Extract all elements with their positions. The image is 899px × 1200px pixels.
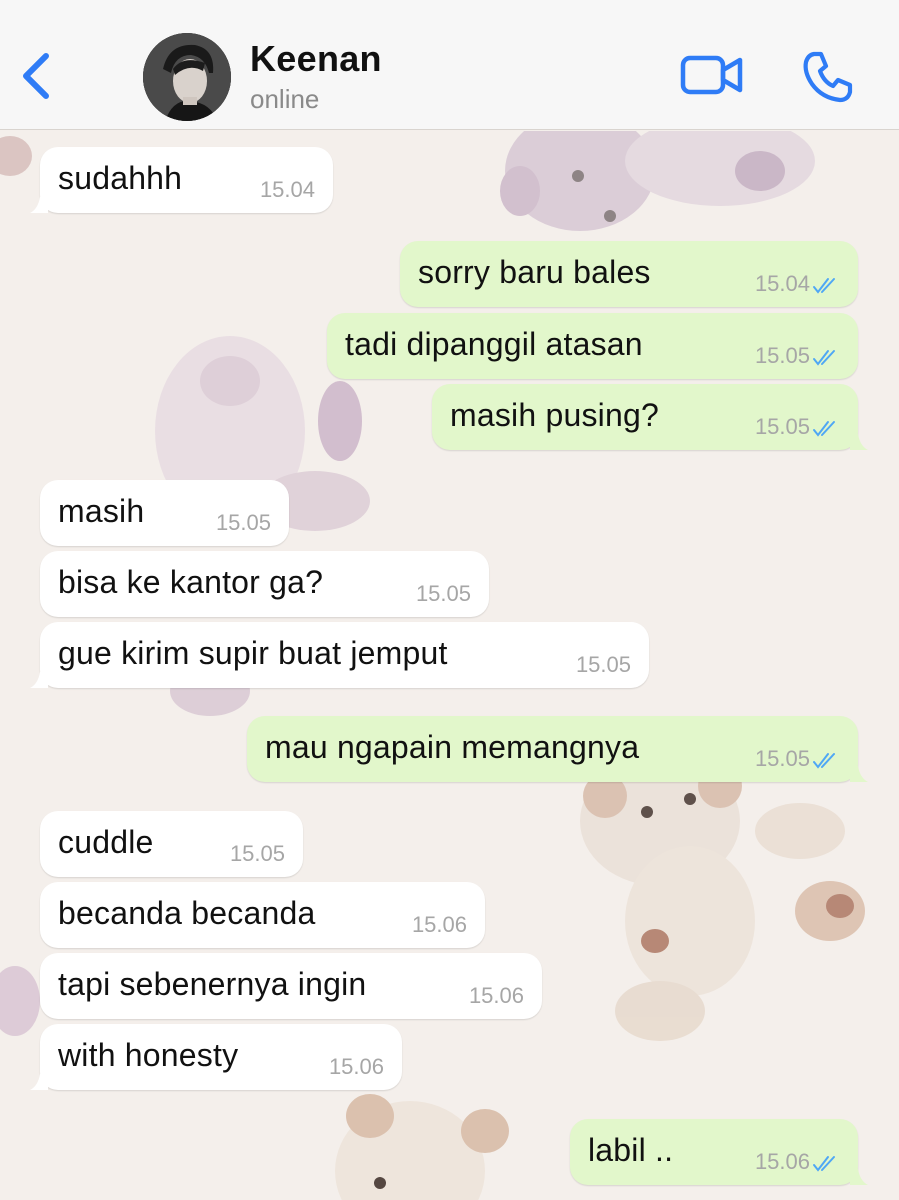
contact-name[interactable]: Keenan (250, 38, 382, 80)
message-text: sudahhh (58, 160, 183, 196)
bubble-tail (30, 666, 48, 688)
message-timestamp: 15.06 (468, 983, 524, 1008)
video-camera-icon[interactable] (680, 52, 744, 100)
incoming-message-bubble[interactable]: with honesty 15.06 (30, 1024, 402, 1090)
message-timestamp: 15.06 (754, 1149, 810, 1174)
message-text: bisa ke kantor ga? (58, 564, 324, 600)
message-text: masih (58, 493, 145, 529)
incoming-message-bubble[interactable]: sudahhh 15.04 (30, 147, 333, 213)
read-receipt-double-check-icon (813, 421, 835, 437)
incoming-message-bubble[interactable]: bisa ke kantor ga? 15.05 (40, 551, 489, 617)
outgoing-message-bubble[interactable]: mau ngapain memangnya 15.05 (247, 716, 868, 782)
message-text: gue kirim supir buat jemput (58, 635, 448, 671)
bubble-tail (850, 1163, 868, 1185)
contact-avatar[interactable] (143, 33, 231, 121)
read-receipt-double-check-icon (813, 753, 835, 769)
message-timestamp: 15.05 (229, 841, 285, 866)
message-timestamp: 15.04 (754, 271, 810, 296)
contact-status: online (250, 84, 320, 114)
outgoing-message-bubble[interactable]: tadi dipanggil atasan 15.05 (327, 313, 858, 379)
message-text: masih pusing? (450, 397, 659, 433)
incoming-message-bubble[interactable]: tapi sebenernya ingin 15.06 (40, 953, 542, 1019)
message-timestamp: 15.05 (754, 343, 810, 368)
incoming-message-bubble[interactable]: gue kirim supir buat jemput 15.05 (30, 622, 649, 688)
message-text: cuddle (58, 824, 154, 860)
message-timestamp: 15.05 (754, 414, 810, 439)
read-receipt-double-check-icon (813, 1156, 835, 1172)
message-timestamp: 15.05 (215, 510, 271, 535)
message-text: sorry baru bales (418, 254, 651, 290)
bubble-tail (30, 191, 48, 213)
incoming-message-bubble[interactable]: becanda becanda 15.06 (40, 882, 485, 948)
incoming-message-bubble[interactable]: cuddle 15.05 (40, 811, 303, 877)
outgoing-message-bubble[interactable]: sorry baru bales 15.04 (400, 241, 858, 307)
chat-area[interactable]: sudahhh 15.04 sorry baru bales 15.04 tadi di… (0, 131, 899, 1200)
message-timestamp: 15.06 (328, 1054, 384, 1079)
message-timestamp: 15.05 (575, 652, 631, 677)
message-timestamp: 15.05 (754, 746, 810, 771)
incoming-message-bubble[interactable]: masih 15.05 (40, 480, 289, 546)
message-text: tadi dipanggil atasan (345, 326, 643, 362)
message-text: mau ngapain memangnya (265, 729, 640, 765)
message-timestamp: 15.04 (259, 177, 315, 202)
message-text: labil .. (588, 1132, 674, 1168)
outgoing-message-bubble[interactable]: labil .. 15.06 (570, 1119, 868, 1185)
bubble-tail (850, 760, 868, 782)
phone-icon[interactable] (800, 50, 854, 104)
back-chevron-icon[interactable] (14, 46, 60, 106)
bubble-tail (30, 1068, 48, 1090)
read-receipt-double-check-icon (813, 278, 835, 294)
read-receipt-double-check-icon (813, 350, 835, 366)
message-timestamp: 15.06 (411, 912, 467, 937)
bubble-tail (850, 428, 868, 450)
message-text: with honesty (58, 1037, 239, 1073)
outgoing-message-bubble[interactable]: masih pusing? 15.05 (432, 384, 868, 450)
chat-header: Keenan online (0, 0, 899, 130)
message-timestamp: 15.05 (415, 581, 471, 606)
message-text: becanda becanda (58, 895, 316, 931)
message-text: tapi sebenernya ingin (58, 966, 367, 1002)
